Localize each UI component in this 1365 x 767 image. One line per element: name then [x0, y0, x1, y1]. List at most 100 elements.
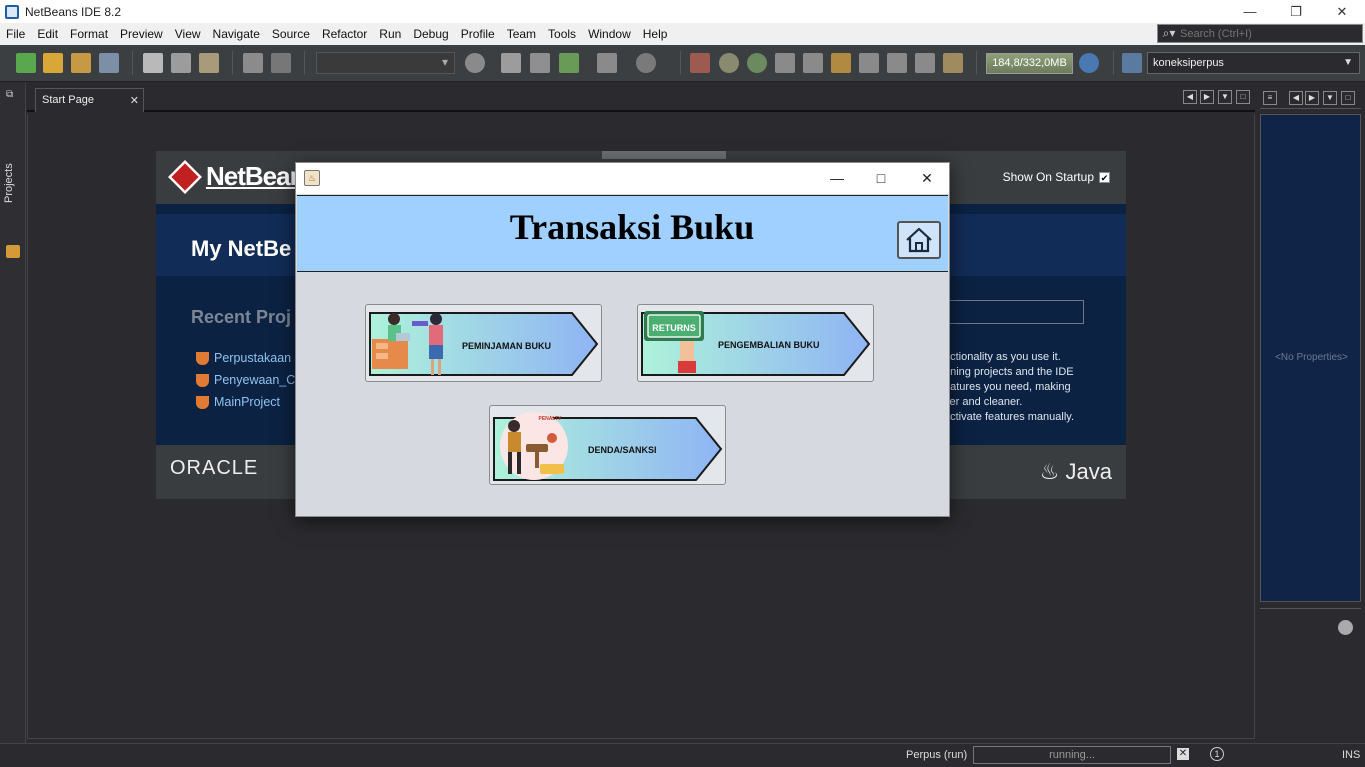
menu-preview[interactable]: Preview [114, 27, 169, 41]
run-to-cursor-icon[interactable] [887, 53, 907, 73]
menu-run[interactable]: Run [373, 27, 407, 41]
maximize-window-icon[interactable]: □ [1236, 90, 1250, 104]
start-page-field [948, 300, 1084, 324]
recent-project-item[interactable]: Perpustakaan [196, 351, 291, 365]
quick-search: ⌕▾ [1157, 24, 1363, 43]
projects-tab[interactable]: Projects [3, 163, 15, 203]
maximize-window-icon[interactable]: □ [1341, 91, 1355, 105]
oracle-logo[interactable]: ORACLE [170, 457, 258, 480]
java-logo[interactable]: ♨ Java [1040, 459, 1112, 485]
tab-start-page[interactable]: Start Page ✕ [35, 88, 144, 112]
scroll-left-icon[interactable]: ◀ [1183, 90, 1197, 104]
step-over-icon[interactable] [775, 53, 795, 73]
copy-icon[interactable] [171, 53, 191, 73]
scroll-left-icon[interactable]: ◀ [1289, 91, 1303, 105]
projects-icon[interactable] [6, 245, 20, 258]
paste-icon[interactable] [199, 53, 219, 73]
clean-build-icon[interactable] [530, 53, 550, 73]
menu-profile[interactable]: Profile [455, 27, 501, 41]
no-properties-text: <No Properties> [1275, 352, 1348, 363]
step-over-expression-icon[interactable] [803, 53, 823, 73]
finish-session-icon[interactable] [690, 53, 710, 73]
dialog-maximize-button[interactable]: □ [866, 167, 896, 189]
run-progress[interactable]: running... [973, 746, 1171, 764]
continue-icon[interactable] [747, 53, 767, 73]
main-toolbar: 184,8/332,0MB koneksiperpus [0, 45, 1365, 82]
connection-combo[interactable]: koneksiperpus [1147, 52, 1360, 74]
returns-sign-icon: RETURNS [644, 311, 704, 373]
debug-project-icon[interactable] [597, 53, 617, 73]
cut-icon[interactable] [143, 53, 163, 73]
scroll-right-icon[interactable]: ▶ [1305, 91, 1319, 105]
search-input[interactable] [1180, 25, 1362, 42]
pengembalian-buku-button[interactable]: RETURNS PENGEMBALIAN BUKU [637, 304, 874, 382]
close-tab-icon[interactable]: ✕ [130, 94, 139, 107]
run-project-icon[interactable] [559, 53, 579, 73]
scroll-right-icon[interactable]: ▶ [1200, 90, 1214, 104]
ide-title-bar: NetBeans IDE 8.2 — ❐ ✕ [0, 0, 1365, 23]
netbeans-cube-icon [168, 159, 202, 194]
restore-window-group-icon[interactable]: ⧉ [6, 89, 13, 100]
left-sidebar: ⧉ Projects [0, 83, 26, 743]
my-netbeans-heading[interactable]: My NetBe [191, 236, 291, 262]
features-info-line: activate features manually. [944, 411, 1075, 423]
step-out-icon[interactable] [859, 53, 879, 73]
save-all-icon[interactable] [99, 53, 119, 73]
new-project-icon[interactable] [43, 53, 63, 73]
stop-task-icon[interactable]: ✕ [1177, 748, 1189, 760]
home-button[interactable] [897, 221, 941, 259]
globe-icon[interactable] [465, 53, 485, 73]
menu-view[interactable]: View [169, 27, 207, 41]
search-icon[interactable]: ⌕▾ [1158, 26, 1180, 41]
peminjaman-buku-button[interactable]: PEMINJAMAN BUKU [365, 304, 602, 382]
take-snapshot-icon[interactable] [943, 53, 963, 73]
menu-tools[interactable]: Tools [542, 27, 582, 41]
show-opened-documents-icon[interactable]: ▼ [1218, 90, 1232, 104]
profile-project-icon[interactable] [636, 53, 656, 73]
step-into-icon[interactable] [831, 53, 851, 73]
open-project-icon[interactable] [71, 53, 91, 73]
show-on-startup-checkbox[interactable]: ✔ [1099, 171, 1110, 183]
close-button[interactable]: ✕ [1319, 0, 1365, 23]
dropdown-icon[interactable]: ▼ [1323, 91, 1337, 105]
properties-lower [1260, 608, 1361, 742]
pengembalian-buku-label: PENGEMBALIAN BUKU [718, 340, 820, 350]
menu-file[interactable]: File [0, 27, 31, 41]
new-file-icon[interactable] [16, 53, 36, 73]
minimize-button[interactable]: — [1227, 0, 1273, 23]
menu-team[interactable]: Team [501, 27, 542, 41]
recent-project-item[interactable]: Penyewaan_C [196, 373, 295, 387]
pause-icon[interactable] [719, 53, 739, 73]
show-on-startup[interactable]: Show On Startup ✔ [1003, 170, 1110, 184]
redo-icon[interactable] [271, 53, 291, 73]
database-connection-icon[interactable] [1122, 53, 1142, 73]
recent-project-name: Penyewaan_C [214, 373, 296, 387]
navigator-tab-icon[interactable]: ≡ [1263, 91, 1277, 105]
dialog-minimize-button[interactable]: — [822, 167, 852, 189]
features-info-line: ker and cleaner. [944, 396, 1023, 408]
home-icon [906, 227, 932, 253]
menu-edit[interactable]: Edit [31, 27, 64, 41]
restore-button[interactable]: ❐ [1273, 0, 1319, 23]
recent-project-item[interactable]: MainProject [196, 395, 280, 409]
features-info-line: ening projects and the IDE [944, 366, 1074, 378]
memory-indicator[interactable]: 184,8/332,0MB [986, 53, 1073, 74]
menu-format[interactable]: Format [64, 27, 114, 41]
menu-help[interactable]: Help [637, 27, 674, 41]
java-project-icon [196, 395, 209, 409]
configuration-combo[interactable] [316, 52, 455, 74]
menu-source[interactable]: Source [266, 27, 316, 41]
undo-icon[interactable] [243, 53, 263, 73]
menu-navigate[interactable]: Navigate [207, 27, 266, 41]
menu-refactor[interactable]: Refactor [316, 27, 373, 41]
java-app-icon: ♨ [304, 170, 320, 186]
dialog-close-button[interactable]: ✕ [912, 167, 942, 189]
apply-code-changes-icon[interactable] [915, 53, 935, 73]
build-hammer-icon[interactable] [501, 53, 521, 73]
start-page-tab-indicator [602, 151, 726, 159]
notifications-icon[interactable]: 1 [1210, 747, 1224, 761]
menu-window[interactable]: Window [582, 27, 637, 41]
denda-sanksi-button[interactable]: PENALTY DENDA/SANKSI [489, 405, 726, 485]
gc-icon[interactable] [1079, 53, 1099, 73]
menu-debug[interactable]: Debug [407, 27, 454, 41]
